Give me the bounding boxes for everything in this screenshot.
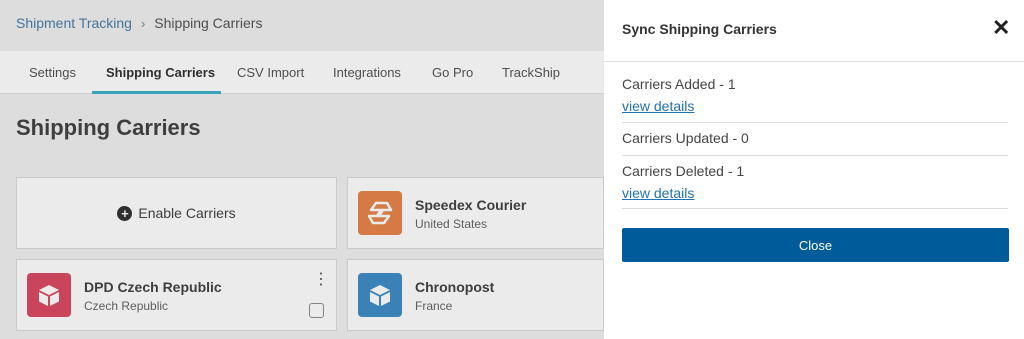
close-button[interactable]: Close xyxy=(622,228,1009,262)
row-divider xyxy=(622,155,1008,156)
row-divider xyxy=(622,208,1008,209)
settings-page: Shipment Tracking › Shipping Carriers Se… xyxy=(0,0,604,339)
carriers-deleted-row: Carriers Deleted - 1 view details xyxy=(622,163,1008,203)
carriers-added-text: Carriers Added - 1 xyxy=(622,76,736,92)
deleted-view-details-link[interactable]: view details xyxy=(622,185,694,201)
carriers-added-row: Carriers Added - 1 view details xyxy=(622,76,1008,116)
carriers-updated-row: Carriers Updated - 0 xyxy=(622,130,1008,146)
sync-carriers-panel: Sync Shipping Carriers ✕ Carriers Added … xyxy=(604,0,1024,339)
modal-backdrop[interactable] xyxy=(0,0,604,339)
panel-header-divider xyxy=(604,61,1024,62)
panel-title: Sync Shipping Carriers xyxy=(622,21,777,37)
carriers-updated-text: Carriers Updated - 0 xyxy=(622,130,749,146)
close-icon[interactable]: ✕ xyxy=(992,17,1010,39)
row-divider xyxy=(622,122,1008,123)
added-view-details-link[interactable]: view details xyxy=(622,98,694,114)
carriers-deleted-text: Carriers Deleted - 1 xyxy=(622,163,745,179)
